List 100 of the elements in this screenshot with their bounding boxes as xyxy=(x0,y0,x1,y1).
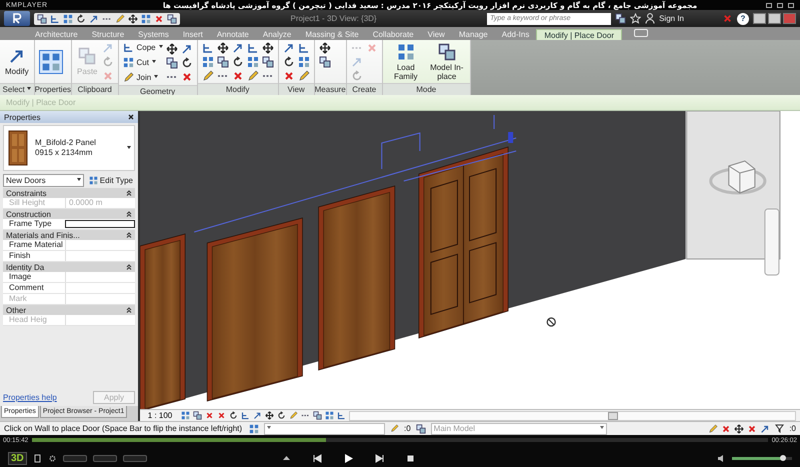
grid-icon[interactable] xyxy=(202,56,214,68)
3d-mode-button[interactable]: 3D xyxy=(8,452,27,464)
star-icon[interactable] xyxy=(630,13,642,24)
grip-handle[interactable] xyxy=(508,132,514,143)
circle-arrow-icon[interactable] xyxy=(76,14,86,24)
edit-type-button[interactable]: Edit Type xyxy=(86,176,135,185)
grid-icon[interactable] xyxy=(122,57,134,68)
toggle-icon[interactable] xyxy=(634,29,648,37)
property-group[interactable]: Constraints xyxy=(3,188,135,198)
bracket-icon[interactable] xyxy=(337,411,346,420)
mode-button[interactable] xyxy=(62,454,87,462)
bracket-icon[interactable] xyxy=(202,42,214,54)
double-square-icon[interactable] xyxy=(262,56,274,68)
arrow-icon[interactable] xyxy=(760,424,770,434)
bracket-icon[interactable] xyxy=(122,42,134,53)
mode-button[interactable] xyxy=(122,454,147,462)
property-group[interactable]: Identity Da xyxy=(3,262,135,272)
grid-icon[interactable] xyxy=(249,424,259,434)
property-group[interactable]: Construction xyxy=(3,209,135,219)
arrow-icon[interactable] xyxy=(180,42,193,54)
move-arrows-icon[interactable] xyxy=(262,42,274,54)
cross-icon[interactable] xyxy=(722,13,733,24)
tool-button[interactable]: Cut xyxy=(122,56,163,69)
arrow-icon[interactable] xyxy=(253,411,262,420)
collapse-icon[interactable] xyxy=(126,211,132,217)
instance-filter-dropdown[interactable]: New Doors xyxy=(3,174,84,187)
volume-slider[interactable] xyxy=(732,456,792,460)
bracket-icon[interactable] xyxy=(50,14,60,24)
application-menu-button[interactable] xyxy=(4,11,30,26)
ribbon-tab[interactable]: Modify | Place Door xyxy=(536,29,622,40)
move-arrows-icon[interactable] xyxy=(265,411,274,420)
circle-arrow-icon[interactable] xyxy=(180,56,193,68)
arrow-icon[interactable] xyxy=(89,14,99,24)
filter-icon[interactable] xyxy=(775,424,784,433)
move-arrows-icon[interactable] xyxy=(216,42,229,54)
tool-button[interactable]: Join xyxy=(122,71,163,84)
property-group[interactable]: Other xyxy=(3,305,135,315)
arrow-icon[interactable] xyxy=(282,42,295,54)
double-square-icon[interactable] xyxy=(438,42,456,60)
eject-icon[interactable] xyxy=(282,454,292,462)
help-button[interactable]: ? xyxy=(737,12,749,24)
dimension-line[interactable] xyxy=(194,138,517,232)
property-group[interactable]: Materials and Finis... xyxy=(3,230,135,240)
dimension-line[interactable] xyxy=(403,150,517,182)
grid-icon[interactable] xyxy=(246,56,259,68)
move-arrows-icon[interactable] xyxy=(128,14,138,24)
collapse-icon[interactable] xyxy=(126,190,132,196)
double-square-icon[interactable] xyxy=(318,56,331,68)
cross-icon[interactable] xyxy=(154,14,164,24)
move-arrows-icon[interactable] xyxy=(734,424,744,434)
seek-bar[interactable] xyxy=(32,438,768,442)
cross-icon[interactable] xyxy=(232,70,244,82)
horizontal-scrollbar[interactable] xyxy=(349,410,796,420)
move-arrows-icon[interactable] xyxy=(318,42,331,54)
double-square-icon[interactable] xyxy=(166,56,178,68)
double-square-icon[interactable] xyxy=(167,14,177,24)
tool-button[interactable]: Load Family xyxy=(386,42,425,82)
grid-icon[interactable] xyxy=(325,411,334,420)
square-icon[interactable] xyxy=(32,454,42,462)
cross-icon[interactable] xyxy=(282,70,295,82)
cross-icon[interactable] xyxy=(180,70,193,82)
cross-icon[interactable] xyxy=(217,411,226,420)
mode-button[interactable] xyxy=(92,454,117,462)
grid-icon[interactable] xyxy=(396,42,415,60)
bracket-icon[interactable] xyxy=(241,411,250,420)
panel-label[interactable]: Select xyxy=(0,83,34,95)
next-icon[interactable] xyxy=(375,454,384,462)
bracket-icon[interactable] xyxy=(298,42,310,54)
type-selector[interactable]: M_Bifold-2 Panel 0915 x 2134mm xyxy=(3,125,135,171)
help-link[interactable]: Properties help xyxy=(3,393,57,402)
previous-icon[interactable] xyxy=(313,454,322,462)
grid-icon[interactable] xyxy=(181,411,190,420)
grid-icon[interactable] xyxy=(298,56,310,68)
circle-arrow-icon[interactable] xyxy=(282,56,295,68)
double-square-icon[interactable] xyxy=(193,411,202,420)
collapse-icon[interactable] xyxy=(126,232,132,238)
grid-icon[interactable] xyxy=(63,14,73,24)
user-icon[interactable] xyxy=(645,13,656,24)
circle-arrow-icon[interactable] xyxy=(277,411,286,420)
double-square-icon[interactable] xyxy=(416,424,426,434)
arrow-icon[interactable] xyxy=(232,42,244,54)
property-field[interactable] xyxy=(65,220,135,228)
stop-icon[interactable] xyxy=(406,454,416,462)
pencil-icon[interactable] xyxy=(390,424,399,433)
circle-arrow-icon[interactable] xyxy=(232,56,244,68)
grid-icon[interactable] xyxy=(88,176,98,185)
move-arrows-icon[interactable] xyxy=(166,42,178,54)
collapse-icon[interactable] xyxy=(126,307,132,313)
cross-icon[interactable] xyxy=(721,424,732,434)
sign-in-button[interactable]: Sign In xyxy=(659,14,684,23)
tool-button[interactable]: Modify xyxy=(4,46,30,77)
grid-icon[interactable] xyxy=(141,14,151,24)
circle-arrow-icon[interactable] xyxy=(229,411,238,420)
double-square-icon[interactable] xyxy=(615,13,626,24)
pencil-icon[interactable] xyxy=(115,14,125,24)
cross-icon[interactable] xyxy=(205,411,214,420)
cross-icon[interactable] xyxy=(747,424,758,434)
bracket-icon[interactable] xyxy=(246,42,259,54)
pencil-icon[interactable] xyxy=(122,72,134,83)
play-icon[interactable] xyxy=(344,454,354,462)
